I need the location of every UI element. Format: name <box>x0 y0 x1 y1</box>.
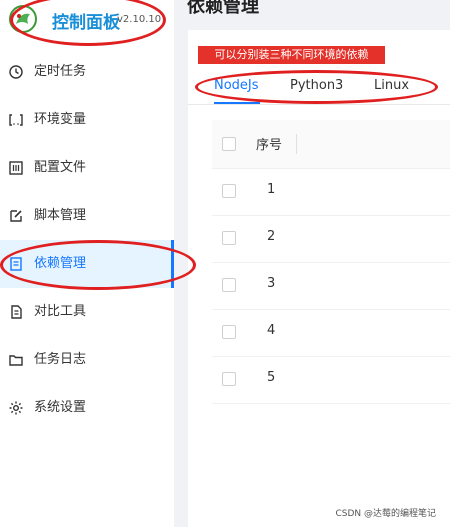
clock-icon <box>9 65 23 79</box>
folder-icon <box>9 355 23 366</box>
row-index: 2 <box>267 229 276 244</box>
sidebar-item-config[interactable]: 配置文件 <box>0 144 174 192</box>
table-header: 序号 <box>212 120 450 169</box>
sidebar-item-settings[interactable]: 系统设置 <box>0 384 174 432</box>
column-divider <box>296 134 297 154</box>
diff-icon <box>11 305 22 319</box>
row-checkbox[interactable] <box>222 372 236 386</box>
table-row: 3 <box>212 262 450 310</box>
config-icon <box>9 161 23 175</box>
table-row: 1 <box>212 168 450 216</box>
row-index: 5 <box>267 370 276 385</box>
row-index: 1 <box>267 182 276 197</box>
edit-icon <box>10 210 22 222</box>
sidebar-item-label: 定时任务 <box>34 64 87 79</box>
sidebar-item-env[interactable]: 环境变量 <box>0 96 174 144</box>
variable-icon <box>9 114 23 126</box>
row-index: 3 <box>267 276 276 291</box>
annotation-label: 可以分别装三种不同环境的依赖 <box>198 46 385 64</box>
sidebar-item-diff[interactable]: 对比工具 <box>0 288 174 336</box>
column-header-index: 序号 <box>256 138 283 153</box>
sidebar-item-label: 环境变量 <box>34 112 87 127</box>
select-all-checkbox[interactable] <box>222 137 236 151</box>
row-checkbox[interactable] <box>222 278 236 292</box>
sidebar-item-label: 脚本管理 <box>34 208 87 223</box>
row-checkbox[interactable] <box>222 325 236 339</box>
row-checkbox[interactable] <box>222 184 236 198</box>
highlight-ellipse-menu <box>0 240 196 290</box>
watermark-text: CSDN @达莓的编程笔记 <box>335 509 436 519</box>
sidebar-item-label: 对比工具 <box>34 304 87 319</box>
active-tab-indicator <box>214 102 260 104</box>
sidebar-item-label: 配置文件 <box>34 160 87 175</box>
sidebar-item-scripts[interactable]: 脚本管理 <box>0 192 174 240</box>
sidebar-item-label: 任务日志 <box>34 352 87 367</box>
page-title: 依赖管理 <box>187 0 259 17</box>
sidebar-item-cron[interactable]: 定时任务 <box>0 48 174 96</box>
table-row: 4 <box>212 309 450 357</box>
gear-icon <box>9 401 23 415</box>
table-row: 5 <box>212 356 450 404</box>
table-row: 2 <box>212 215 450 263</box>
row-checkbox[interactable] <box>222 231 236 245</box>
sidebar-item-label: 系统设置 <box>34 400 87 415</box>
highlight-ellipse-tabs <box>195 70 438 104</box>
sidebar-item-logs[interactable]: 任务日志 <box>0 336 174 384</box>
row-index: 4 <box>267 323 276 338</box>
